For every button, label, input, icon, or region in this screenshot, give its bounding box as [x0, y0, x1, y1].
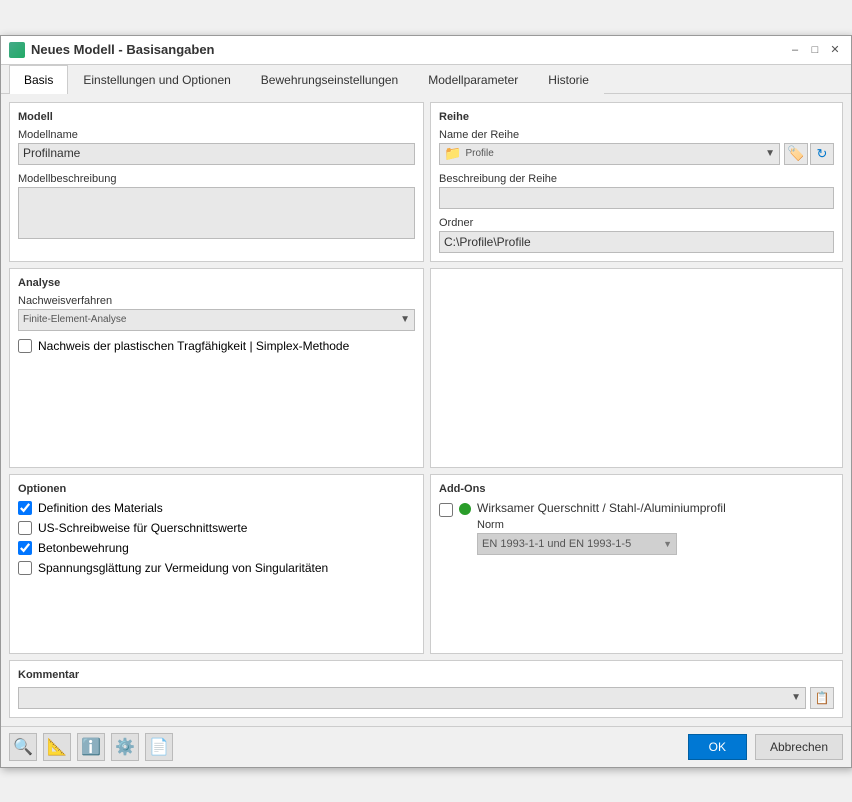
modellname-label: Modellname	[18, 129, 415, 141]
search-icon-button[interactable]: 🔍	[9, 733, 37, 761]
kommentar-label: Kommentar	[18, 669, 834, 681]
close-button[interactable]: ✕	[827, 42, 843, 58]
maximize-button[interactable]: □	[807, 42, 823, 58]
options-row: Optionen Definition des Materials US-Sch…	[9, 474, 843, 654]
beschreibung-input[interactable]	[439, 187, 834, 209]
beschreibung-label: Beschreibung der Reihe	[439, 173, 834, 185]
kommentar-dropdown[interactable]: ▼	[18, 687, 806, 709]
option-checkbox-0[interactable]	[18, 501, 32, 515]
option-checkbox-1[interactable]	[18, 521, 32, 535]
simplex-checkbox[interactable]	[18, 339, 32, 353]
minimize-button[interactable]: ‒	[787, 42, 803, 58]
option-checkbox-2[interactable]	[18, 541, 32, 555]
tab-historie[interactable]: Historie	[533, 65, 604, 94]
option-item-2: Betonbewehrung	[18, 541, 415, 555]
ok-button[interactable]: OK	[688, 734, 747, 760]
addon-checkbox-0[interactable]	[439, 503, 453, 517]
measure-icon-button[interactable]: 📐	[43, 733, 71, 761]
bottom-right: OK Abbrechen	[688, 734, 843, 760]
simplex-row: Nachweis der plastischen Tragfähigkeit |…	[18, 339, 415, 353]
tab-bewehrung[interactable]: Bewehrungseinstellungen	[246, 65, 413, 94]
kommentar-edit-button[interactable]: 📋	[810, 687, 834, 709]
modell-section-label: Modell	[18, 111, 415, 123]
addon-item-0: Wirksamer Querschnitt / Stahl-/Aluminium…	[439, 501, 834, 555]
option-label-2: Betonbewehrung	[38, 541, 129, 555]
reihe-panel: Reihe Name der Reihe 📁 Profile ▼ 🏷️ ↻	[430, 102, 843, 262]
option-item-3: Spannungsglättung zur Vermeidung von Sin…	[18, 561, 415, 575]
reihe-icons: 🏷️ ↻	[784, 143, 834, 165]
addons-panel: Add-Ons Wirksamer Querschnitt / Stahl-/A…	[430, 474, 843, 654]
title-controls: ‒ □ ✕	[787, 42, 843, 58]
simplex-label: Nachweis der plastischen Tragfähigkeit |…	[38, 339, 349, 353]
nachweisverfahren-dropdown[interactable]: Finite-Element-Analyse ▼	[18, 309, 415, 331]
title-bar: Neues Modell - Basisangaben ‒ □ ✕	[1, 36, 851, 65]
modellbeschreibung-textarea[interactable]	[18, 187, 415, 239]
cancel-button[interactable]: Abbrechen	[755, 734, 843, 760]
window-title: Neues Modell - Basisangaben	[31, 42, 215, 57]
copy-icon-button[interactable]: 📄	[145, 733, 173, 761]
main-content: Modell Modellname Profilname Modellbesch…	[1, 94, 851, 726]
top-row: Modell Modellname Profilname Modellbesch…	[9, 102, 843, 262]
modellname-input[interactable]: Profilname	[18, 143, 415, 165]
modell-panel: Modell Modellname Profilname Modellbesch…	[9, 102, 424, 262]
reihe-name-container: 📁 Profile ▼ 🏷️ ↻	[439, 143, 834, 165]
norm-dropdown[interactable]: EN 1993-1-1 und EN 1993-1-5 ▼	[477, 533, 677, 555]
main-window: Neues Modell - Basisangaben ‒ □ ✕ Basis …	[0, 35, 852, 768]
addon-label-0: Wirksamer Querschnitt / Stahl-/Aluminium…	[477, 501, 834, 515]
bottom-bar: 🔍 📐 ℹ️ ⚙️ 📄 OK Abbrechen	[1, 726, 851, 767]
ordner-label: Ordner	[439, 217, 834, 229]
reihe-name-label: Name der Reihe	[439, 129, 834, 141]
option-label-0: Definition des Materials	[38, 501, 163, 515]
title-bar-left: Neues Modell - Basisangaben	[9, 42, 215, 58]
analyse-right-panel	[430, 268, 843, 468]
analyse-section-label: Analyse	[18, 277, 415, 289]
settings-icon-button[interactable]: ⚙️	[111, 733, 139, 761]
analyse-panel: Analyse Nachweisverfahren Finite-Element…	[9, 268, 424, 468]
addons-section-label: Add-Ons	[439, 483, 834, 495]
ordner-path: C:\Profile\Profile	[439, 231, 834, 253]
tab-basis[interactable]: Basis	[9, 65, 68, 94]
bottom-left: 🔍 📐 ℹ️ ⚙️ 📄	[9, 733, 173, 761]
reihe-edit-button[interactable]: 🏷️	[784, 143, 808, 165]
addon-status-dot	[459, 503, 471, 515]
norm-value: EN 1993-1-1 und EN 1993-1-5	[482, 538, 631, 550]
tab-bar: Basis Einstellungen und Optionen Bewehru…	[1, 65, 851, 94]
addon-content: Wirksamer Querschnitt / Stahl-/Aluminium…	[477, 501, 834, 555]
option-label-3: Spannungsglättung zur Vermeidung von Sin…	[38, 561, 328, 575]
kommentar-panel: Kommentar ▼ 📋	[9, 660, 843, 718]
option-checkbox-3[interactable]	[18, 561, 32, 575]
option-item-0: Definition des Materials	[18, 501, 415, 515]
norm-label: Norm	[477, 519, 834, 531]
nachweisverfahren-value: Finite-Element-Analyse	[23, 314, 126, 325]
analyse-row: Analyse Nachweisverfahren Finite-Element…	[9, 268, 843, 468]
option-item-1: US-Schreibweise für Querschnittswerte	[18, 521, 415, 535]
kommentar-inner: ▼ 📋	[18, 687, 834, 709]
info-icon-button[interactable]: ℹ️	[77, 733, 105, 761]
reihe-name-value: Profile	[465, 148, 493, 159]
reihe-refresh-button[interactable]: ↻	[810, 143, 834, 165]
option-label-1: US-Schreibweise für Querschnittswerte	[38, 521, 247, 535]
reihe-name-dropdown[interactable]: 📁 Profile ▼	[439, 143, 780, 165]
tab-modellparameter[interactable]: Modellparameter	[413, 65, 533, 94]
nachweisverfahren-label: Nachweisverfahren	[18, 295, 415, 307]
tab-einstellungen[interactable]: Einstellungen und Optionen	[68, 65, 245, 94]
options-panel: Optionen Definition des Materials US-Sch…	[9, 474, 424, 654]
modellbeschreibung-label: Modellbeschreibung	[18, 173, 415, 185]
options-section-label: Optionen	[18, 483, 415, 495]
app-icon	[9, 42, 25, 58]
reihe-section-label: Reihe	[439, 111, 834, 123]
